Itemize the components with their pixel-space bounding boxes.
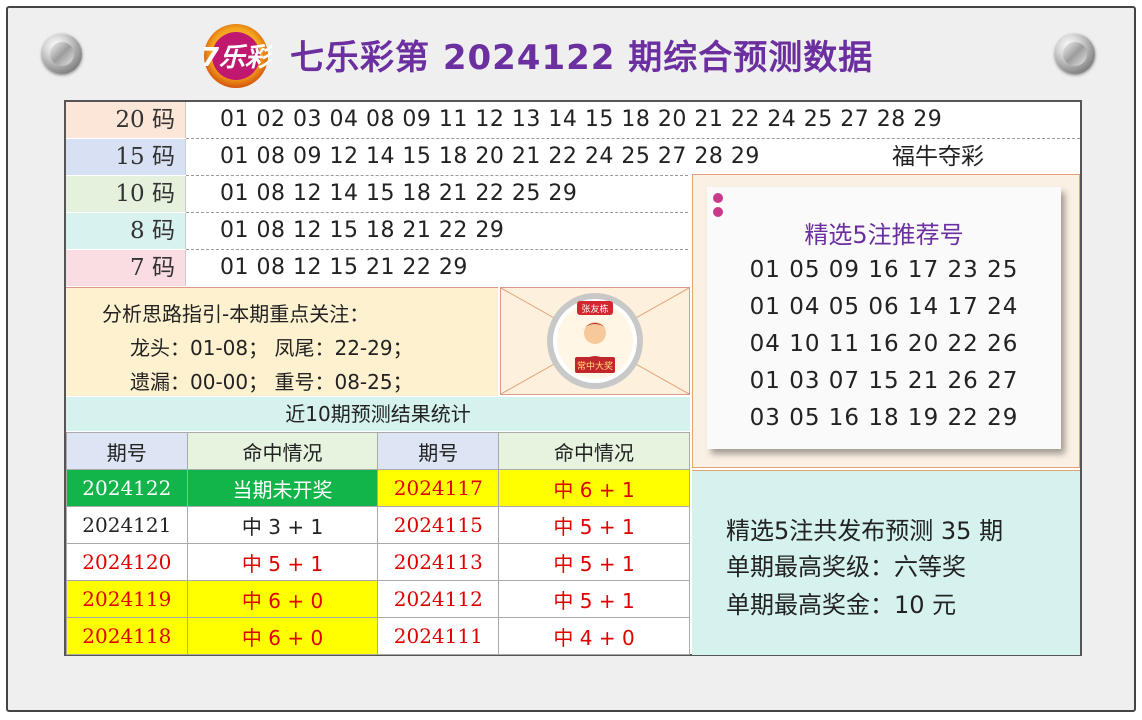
period-cell: 2024118 [66, 617, 188, 655]
period-cell: 2024120 [66, 543, 188, 581]
code-row-numbers: 01 02 03 04 08 09 11 12 13 14 15 18 20 2… [220, 107, 943, 132]
period-cell: 2024111 [377, 617, 500, 655]
pick-line: 01 05 09 16 17 23 25 [749, 257, 1019, 283]
stats-top-level: 单期最高奖级：六等奖 [726, 553, 966, 581]
result-cell: 中 6 + 0 [186, 617, 379, 655]
screw-icon-right [1055, 34, 1095, 74]
results-title: 近10期预测结果统计 [66, 397, 690, 431]
lottery-logo-icon: 7乐彩 [201, 24, 272, 88]
pin-icon [713, 193, 723, 203]
picks-paper: 精选5注推荐号 01 05 09 16 17 23 25 01 04 05 06… [707, 187, 1061, 449]
stats-published: 精选5注共发布预测 35 期 [726, 517, 1004, 545]
result-cell: 中 3 + 1 [186, 506, 379, 544]
table-row: 2024121 中 3 + 1 2024115 中 5 + 1 [66, 506, 690, 544]
column-header: 期号 [377, 432, 500, 470]
badge-bottom-text: 常中大奖 [577, 360, 613, 372]
code-row-label: 8 码 [66, 213, 186, 249]
pick-line: 01 03 07 15 21 26 27 [749, 368, 1019, 394]
picks-panel: 精选5注推荐号 01 05 09 16 17 23 25 01 04 05 06… [692, 174, 1080, 468]
period-cell: 2024112 [377, 580, 500, 618]
code-row-label: 7 码 [66, 250, 186, 286]
code-row-numbers: 01 08 12 15 18 21 22 29 [220, 218, 505, 243]
analysis-panel: 分析思路指引-本期重点关注： 龙头：01-08； 凤尾：22-29； 遗漏：00… [66, 287, 498, 396]
code-row-numbers: 01 08 09 12 14 15 18 20 21 22 24 25 27 2… [220, 144, 760, 169]
stats-panel: 精选5注共发布预测 35 期 单期最高奖级：六等奖 单期最高奖金：10 元 [692, 470, 1080, 655]
screw-icon-left [42, 34, 82, 74]
column-header: 命中情况 [498, 432, 690, 470]
stats-top-prize: 单期最高奖金：10 元 [726, 591, 957, 619]
result-cell: 中 4 + 0 [498, 617, 690, 655]
result-cell: 中 5 + 1 [186, 543, 379, 581]
pick-line: 01 04 05 06 14 17 24 [749, 294, 1019, 320]
analysis-line-head-tail: 龙头：01-08； 凤尾：22-29； [130, 336, 413, 360]
logo-text: 7乐彩 [201, 43, 272, 73]
pick-line: 04 10 11 16 20 22 26 [749, 331, 1019, 357]
code-row-label: 10 码 [66, 176, 186, 212]
code-row-label: 20 码 [66, 102, 186, 138]
table-header-row: 期号 命中情况 期号 命中情况 [66, 432, 690, 470]
pick-line: 03 05 16 18 19 22 29 [749, 405, 1019, 431]
period-cell: 2024117 [377, 469, 500, 507]
table-row: 2024119 中 6 + 0 2024112 中 5 + 1 [66, 580, 690, 618]
table-row: 2024122 当期未开奖 2024117 中 6 + 1 [66, 469, 690, 507]
period-cell: 2024121 [66, 506, 188, 544]
code-row-numbers: 01 08 12 14 15 18 21 22 25 29 [220, 181, 578, 206]
results-table: 期号 命中情况 期号 命中情况 2024122 当期未开奖 2024117 中 … [66, 432, 690, 655]
analysis-heading: 分析思路指引-本期重点关注： [102, 302, 370, 326]
result-cell: 中 6 + 1 [498, 469, 690, 507]
result-cell: 中 5 + 1 [498, 543, 690, 581]
code-row-label: 15 码 [66, 139, 186, 175]
period-cell: 2024113 [377, 543, 500, 581]
fortune-god-badge-icon: 张友栋 常中大奖 [547, 293, 643, 389]
period-cell: 2024119 [66, 580, 188, 618]
brand-text: 福牛夺彩 [892, 144, 984, 170]
table-row: 2024120 中 5 + 1 2024113 中 5 + 1 [66, 543, 690, 581]
result-cell: 中 5 + 1 [498, 506, 690, 544]
analysis-line-missing-repeat: 遗漏：00-00； 重号：08-25； [130, 370, 413, 394]
period-cell: 2024115 [377, 506, 500, 544]
code-row-numbers: 01 08 12 15 21 22 29 [220, 255, 468, 280]
code-row-15: 15 码 01 08 09 12 14 15 18 20 21 22 24 25… [66, 139, 1080, 175]
result-cell: 中 5 + 1 [498, 580, 690, 618]
prediction-board: 20 码 01 02 03 04 08 09 11 12 13 14 15 18… [64, 100, 1082, 656]
code-row-20: 20 码 01 02 03 04 08 09 11 12 13 14 15 18… [66, 102, 1080, 138]
badge-top-text: 张友栋 [581, 303, 608, 315]
result-cell: 当期未开奖 [186, 469, 379, 507]
page-title: 七乐彩第 2024122 期综合预测数据 [290, 38, 874, 78]
table-row: 2024118 中 6 + 0 2024111 中 4 + 0 [66, 617, 690, 655]
picks-title: 精选5注推荐号 [804, 221, 964, 249]
result-cell: 中 6 + 0 [186, 580, 379, 618]
column-header: 命中情况 [186, 432, 379, 470]
column-header: 期号 [66, 432, 188, 470]
period-cell: 2024122 [66, 469, 188, 507]
badge-card: 张友栋 常中大奖 [500, 287, 690, 395]
